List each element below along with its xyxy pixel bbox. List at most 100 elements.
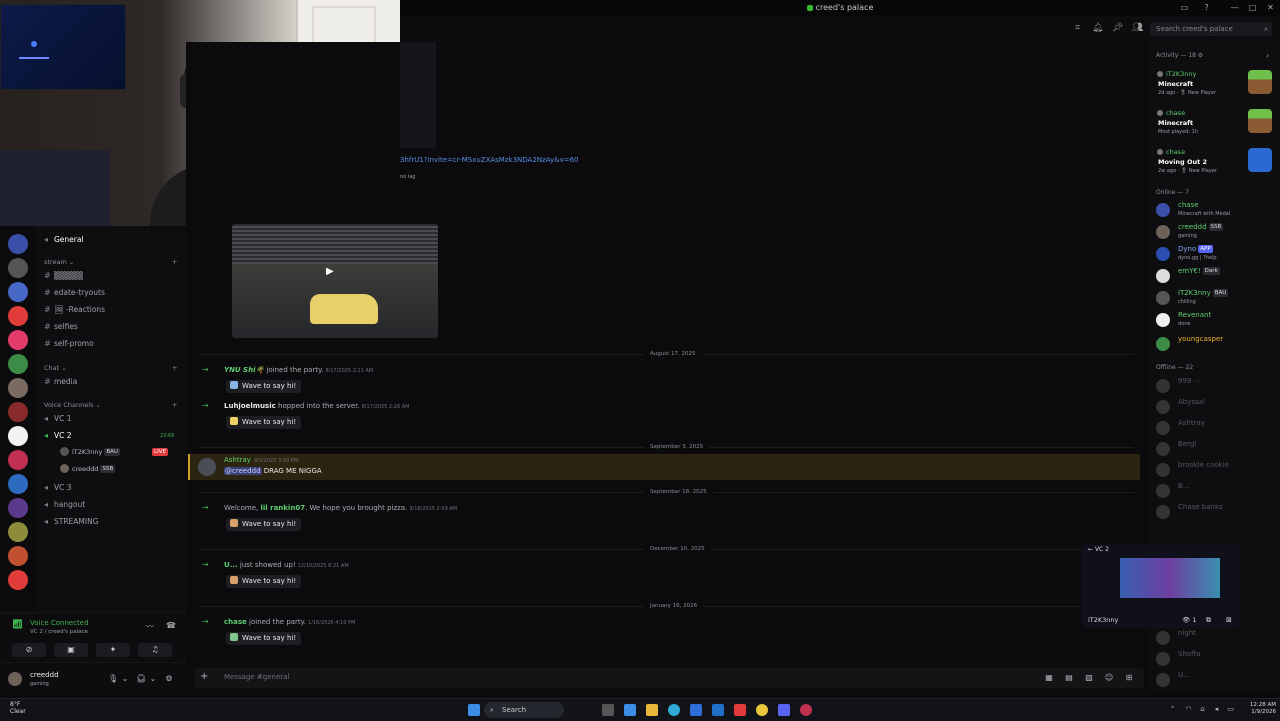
member-item[interactable]: night [1156, 628, 1276, 648]
member-item[interactable]: Chase banks [1156, 502, 1276, 522]
gear-icon[interactable]: ⚙ [164, 674, 174, 684]
member-item[interactable]: U... [1156, 670, 1276, 690]
voice-channel[interactable]: ◂ VC 1 [44, 413, 180, 425]
disconnect-icon[interactable]: ☎ [166, 621, 176, 630]
wave-button[interactable]: Wave to say hi! [226, 518, 302, 531]
tray-chevron-icon[interactable]: ⌃ [1168, 705, 1177, 714]
voice-channel[interactable]: ◂ VC 3 [44, 482, 180, 494]
sticker-icon[interactable]: ▨ [1084, 673, 1094, 683]
category-voice[interactable]: Voice Channels ⌄ + [44, 401, 177, 409]
server-icon[interactable] [8, 570, 28, 590]
windows-start-icon[interactable] [468, 704, 480, 716]
wifi-icon[interactable]: ◠ [1184, 705, 1193, 714]
message-author[interactable]: Ashtray [224, 456, 251, 464]
file-explorer-icon[interactable] [646, 704, 658, 716]
back-arrow-icon[interactable]: ← [1088, 546, 1093, 553]
server-icon[interactable] [8, 426, 28, 446]
battery-icon[interactable]: ▭ [1226, 705, 1235, 714]
weather-widget[interactable]: 8°F Clear [10, 701, 26, 715]
youtube-icon[interactable] [734, 704, 746, 716]
video-thumbnail[interactable]: ▶ [232, 224, 438, 338]
add-attachment-icon[interactable]: + [200, 671, 208, 682]
mic-icon[interactable]: 🎙︎ [108, 674, 118, 684]
play-icon[interactable]: ▶ [326, 266, 334, 277]
chevron-down-icon[interactable]: ⌄ [120, 674, 130, 684]
stream-popout[interactable]: ← VC 2 iT2K3nny 👁︎ 1 ⧉ ⊠ [1082, 544, 1240, 628]
server-icon[interactable] [8, 546, 28, 566]
inbox-icon[interactable]: ▭ [1180, 3, 1189, 12]
taskbar-search[interactable]: ⌕ Search [484, 702, 564, 718]
gif-icon[interactable]: ▤ [1064, 673, 1074, 683]
server-icon[interactable] [8, 282, 28, 302]
store-icon[interactable] [690, 704, 702, 716]
message-composer[interactable]: + Message #general ▦ ▤ ▨ ☺ ⊞ [194, 668, 1144, 688]
member-item[interactable]: Abyssal [1156, 397, 1276, 417]
help-icon[interactable]: ? [1202, 3, 1211, 12]
server-icon[interactable] [8, 498, 28, 518]
screen-share-button[interactable]: ▣ [54, 643, 88, 657]
member-item[interactable]: Shoffa [1156, 649, 1276, 669]
popout-icon[interactable]: ⧉ [1206, 616, 1211, 625]
task-view-icon[interactable] [602, 704, 614, 716]
noise-suppression-icon[interactable]: 〰 [146, 621, 154, 632]
app-icon[interactable] [624, 704, 636, 716]
mail-icon[interactable] [712, 704, 724, 716]
minimize-icon[interactable]: — [1230, 3, 1239, 12]
channel-item[interactable]: # edate-tryouts [44, 287, 180, 299]
avatar[interactable] [198, 458, 216, 476]
member-item[interactable]: youngcasper [1156, 334, 1276, 354]
add-channel-icon[interactable]: + [172, 258, 177, 266]
server-icon[interactable] [8, 306, 28, 326]
bell-icon[interactable]: 🔔︎ [1092, 23, 1103, 34]
channel-item[interactable]: # 🖼 -Reactions [44, 304, 180, 316]
voice-channel[interactable]: ◂ hangout [44, 499, 180, 511]
avatar[interactable] [8, 672, 22, 686]
apps-icon[interactable]: ⊞ [1124, 673, 1134, 683]
server-icon[interactable] [8, 234, 28, 254]
chevron-down-icon[interactable]: ⌄ [148, 674, 158, 684]
activity-card[interactable]: iT2K3nny Minecraft 2d ago · 🎖 New Player [1154, 70, 1274, 106]
activity-card[interactable]: chase Minecraft Most played: 1h [1154, 109, 1274, 145]
search-input[interactable]: Search creed's palace ⌕ [1150, 22, 1272, 36]
embed-image[interactable] [400, 42, 436, 148]
emoji-icon[interactable]: ☺ [1104, 673, 1114, 683]
network-icon[interactable]: ⌂ [1198, 705, 1207, 714]
wave-button[interactable]: Wave to say hi! [226, 380, 302, 393]
chevron-right-icon[interactable]: › [1266, 51, 1269, 60]
server-icon[interactable] [8, 450, 28, 470]
member-item[interactable]: 999 ⋯ [1156, 376, 1276, 396]
taskbar-clock[interactable]: 12:28 AM 1/9/2026 [1240, 702, 1276, 716]
gift-icon[interactable]: ▦ [1044, 673, 1054, 683]
server-icon[interactable] [8, 354, 28, 374]
message-author[interactable]: chase [224, 618, 247, 626]
category-chat[interactable]: Chat ⌄ + [44, 364, 177, 372]
channel-item[interactable]: # ▒▒▒▒▒ [44, 270, 180, 282]
wave-button[interactable]: Wave to say hi! [226, 416, 302, 429]
channel-item[interactable]: # selfies [44, 321, 180, 333]
member-item[interactable]: creeddd SSB gaming [1156, 222, 1276, 242]
voice-channel-active[interactable]: ◂ VC 2 23:68 [44, 430, 180, 442]
member-item[interactable]: Dyno APP dyno.gg | ?help [1156, 244, 1276, 264]
chrome-icon[interactable] [756, 704, 768, 716]
threads-icon[interactable]: ⌗ [1072, 23, 1083, 34]
mention[interactable]: @creeddd [224, 467, 262, 475]
member-item[interactable]: emY€! Dark [1156, 266, 1276, 286]
activity-card[interactable]: chase Moving Out 2 2w ago · 🎖 New Player [1154, 148, 1274, 184]
message-input[interactable]: Message #general [224, 673, 289, 681]
wave-button[interactable]: Wave to say hi! [226, 632, 302, 645]
invite-link[interactable]: 3hfrU1?invite=cr-MSxuZXAsMzk3NDA2NzAy&v=… [400, 156, 579, 164]
channel-media[interactable]: # media [44, 376, 180, 388]
close-icon[interactable]: ✕ [1266, 3, 1275, 12]
server-icon[interactable] [8, 330, 28, 350]
member-item[interactable]: iT2K3nny BAU chilling [1156, 288, 1276, 308]
headphones-icon[interactable]: 🎧︎ [136, 674, 146, 684]
member-item[interactable]: B... [1156, 481, 1276, 501]
category-stream[interactable]: stream ⌄ + [44, 258, 177, 266]
message-author[interactable]: YNU Shi🌴 [224, 366, 264, 374]
wave-button[interactable]: Wave to say hi! [226, 575, 302, 588]
voice-user[interactable]: iT2K3nny BAU LIVE [60, 446, 186, 458]
member-item[interactable]: Bergi [1156, 439, 1276, 459]
message-author[interactable]: Luhjoelmusic [224, 402, 276, 410]
channel-general[interactable]: ◂ General [44, 234, 180, 246]
server-icon[interactable] [8, 258, 28, 278]
